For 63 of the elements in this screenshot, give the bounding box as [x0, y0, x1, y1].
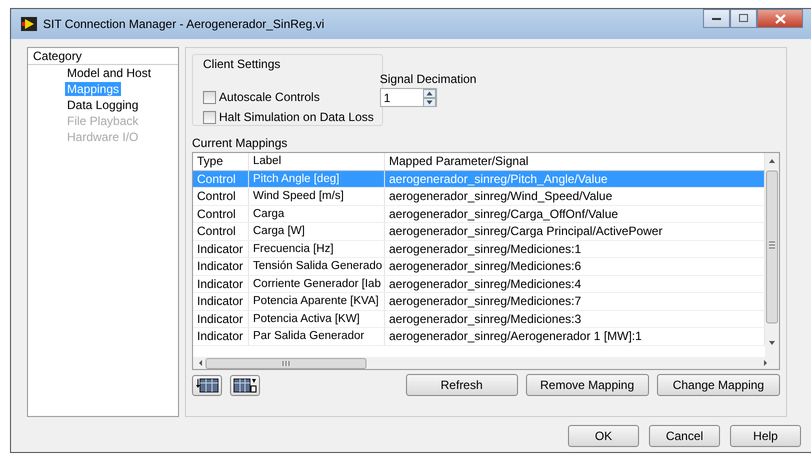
action-button[interactable]: Remove Mapping [526, 374, 649, 396]
checkbox[interactable] [203, 90, 216, 104]
category-item[interactable]: Model and Host [65, 66, 154, 80]
table-cell: Tensión Salida Generado [249, 258, 385, 274]
table-cell: Pitch Angle [deg] [249, 170, 385, 187]
column-header[interactable]: Type [193, 153, 249, 170]
close-button[interactable] [757, 9, 803, 28]
section-title: Current Mappings [192, 136, 288, 150]
table-cell: Indicator [193, 310, 249, 327]
table-row[interactable]: Indicator Potencia Activa [KW] aerogenerador_sinreg/Mediciones:3 [193, 310, 765, 328]
window-title: SIT Connection Manager - Aerogenerador_SinReg.vi [43, 17, 324, 31]
table-import-button[interactable] [192, 374, 222, 396]
table-cell: Indicator [193, 328, 249, 344]
table-cell: Indicator [193, 240, 249, 257]
table-cell: Control [193, 188, 249, 204]
table-cell: Corriente Generador [Iab [249, 276, 385, 292]
checkbox[interactable] [203, 110, 216, 124]
action-button[interactable]: Change Mapping [656, 374, 780, 396]
table-cell: Control [193, 223, 249, 240]
horizontal-scrollbar[interactable] [193, 357, 779, 369]
table-cell: Frecuencia [Hz] [249, 240, 385, 257]
table-cell: Indicator [193, 276, 249, 292]
maximize-icon [738, 14, 748, 23]
table-cell: Control [193, 170, 249, 187]
table-cell: Potencia Aparente [KVA] [249, 293, 385, 310]
spin-arrows-icon[interactable] [422, 88, 436, 106]
table-row[interactable]: Indicator Potencia Aparente [KVA] aerogenerador_sinreg/Mediciones:7 [193, 293, 765, 310]
group-title: Client Settings [203, 57, 280, 71]
table-row[interactable]: Indicator Corriente Generador [Iab aerogenerador_sinreg/Mediciones:4 [193, 276, 765, 293]
table-cell: Control [193, 206, 249, 222]
field-label: Signal Decimation [380, 72, 476, 86]
checkbox-label: Halt Simulation on Data Loss [219, 110, 374, 124]
minimize-button[interactable] [703, 9, 730, 28]
table-cell: Carga [249, 206, 385, 222]
app-icon [21, 17, 37, 31]
action-button[interactable]: Refresh [406, 374, 518, 396]
decimation-field[interactable]: 1 [380, 88, 437, 107]
table-row[interactable]: Control Carga aerogenerador_sinreg/Carga_OffOnf/Value [193, 206, 765, 223]
table-row[interactable]: Control Carga [W] aerogenerador_sinreg/Carga Principal/ActivePower [193, 223, 765, 240]
dialog-button[interactable]: Help [730, 425, 801, 447]
table-cell: Indicator [193, 293, 249, 310]
table-cell: Wind Speed [m/s] [249, 188, 385, 204]
table-row[interactable]: Control Wind Speed [m/s] aerogenerador_sinreg/Wind_Speed/Value [193, 188, 765, 206]
column-header[interactable]: Label [249, 153, 385, 170]
vertical-scrollbar[interactable] [765, 153, 779, 357]
table-cell: Par Salida Generador [249, 328, 385, 344]
table-row[interactable]: Indicator Par Salida Generador aerogenerador_sinreg/Aerogenerador 1 [MW]:1 [193, 328, 765, 346]
category-header: Category [28, 48, 178, 65]
table-row[interactable]: Indicator Frecuencia [Hz] aerogenerador_sinreg/Mediciones:1 [193, 240, 765, 258]
close-icon [774, 14, 786, 24]
table-cell: Potencia Activa [KW] [249, 310, 385, 327]
minimize-icon [712, 16, 722, 20]
table-cell: Carga [W] [249, 223, 385, 240]
table-document-icon [232, 377, 257, 393]
maximize-button[interactable] [730, 9, 757, 28]
dialog-button[interactable]: Cancel [649, 425, 720, 447]
table-export-button[interactable] [230, 374, 260, 396]
table-arrow-icon [194, 377, 219, 393]
checkbox-label: Autoscale Controls [219, 90, 320, 104]
table-row[interactable]: Indicator Tensión Salida Generado aerogenerador_sinreg/Mediciones:6 [193, 258, 765, 276]
table-cell: Indicator [193, 258, 249, 274]
dialog-button[interactable]: OK [568, 425, 639, 447]
category-item[interactable]: Data Logging [65, 98, 140, 112]
